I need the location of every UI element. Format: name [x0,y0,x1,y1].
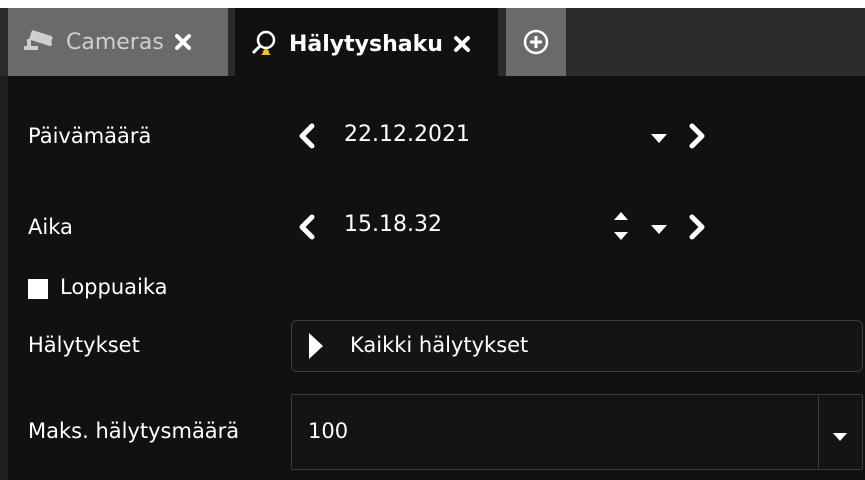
end-time-checkbox[interactable] [28,279,48,299]
end-time-label: Loppuaika [60,275,168,299]
expand-arrow-icon [308,332,324,364]
date-value[interactable]: 22.12.2021 [344,122,470,147]
tab-bar-top-edge [0,0,865,8]
tab-label: Hälytyshaku [289,31,443,57]
max-alarms-label: Maks. hälytysmäärä [28,419,240,443]
time-value[interactable]: 15.18.32 [344,212,442,237]
max-alarms-value[interactable]: 100 [308,419,348,443]
spinner-icon[interactable] [612,206,630,250]
time-label: Aika [28,215,73,239]
tab-halytyshaku[interactable]: Hälytyshaku [235,8,498,76]
chevron-down-icon[interactable] [650,221,668,240]
date-label: Päivämäärä [28,124,152,148]
next-time-icon[interactable] [686,214,708,244]
chevron-down-icon[interactable] [832,427,848,446]
close-icon[interactable] [453,35,471,53]
close-icon[interactable] [174,33,192,51]
previous-date-icon[interactable] [296,123,318,153]
tab-cameras[interactable]: Cameras [8,8,228,76]
plus-circle-icon [523,29,549,55]
chevron-down-icon[interactable] [650,130,668,149]
tab-bar: Cameras Hälytyshaku [0,0,865,76]
alarms-value: Kaikki hälytykset [350,333,529,357]
tab-label: Cameras [66,29,164,55]
alarm-search-panel: Päivämäärä 22.12.2021 Aika 15.18.32 Lopp… [8,76,865,480]
previous-time-icon[interactable] [296,214,318,244]
max-alarms-combobox[interactable]: 100 [291,394,863,470]
alarm-search-icon [249,29,279,59]
dropdown-divider [818,395,819,469]
cctv-camera-icon [22,30,56,54]
alarms-selector[interactable]: Kaikki hälytykset [291,320,863,372]
alarms-label: Hälytykset [28,333,140,357]
next-date-icon[interactable] [686,123,708,153]
add-tab-button[interactable] [506,8,566,76]
